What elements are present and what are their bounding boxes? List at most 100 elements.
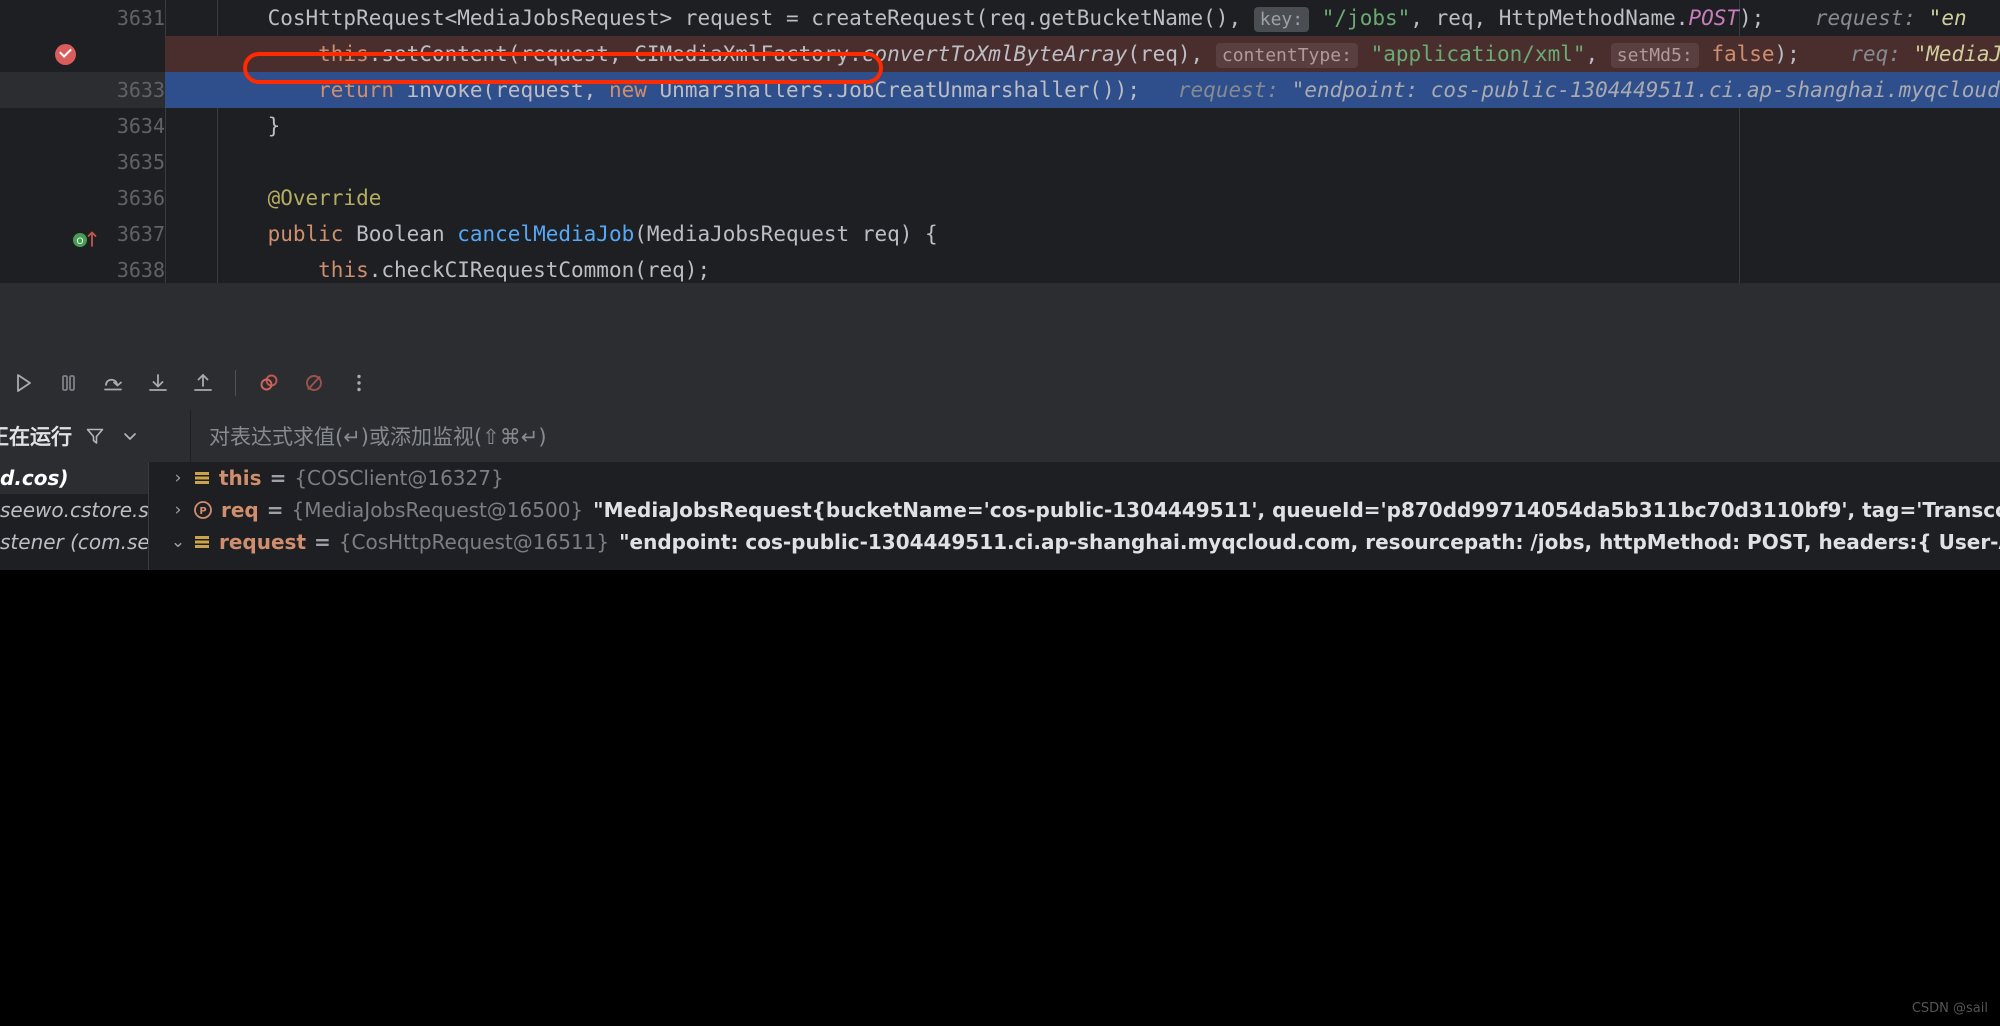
line-number-gutter[interactable]: 3636 bbox=[0, 180, 165, 216]
code-text: this.checkCIRequestCommon(req); bbox=[217, 252, 710, 283]
frames-list[interactable]: d.cos)seewo.cstore.serstener (com.seew bbox=[0, 462, 148, 570]
code-token: "en bbox=[1916, 6, 1967, 30]
code-text: @Override bbox=[217, 180, 382, 216]
line-number-gutter[interactable]: 3635 bbox=[0, 144, 165, 180]
code-token: cancelMediaJob bbox=[457, 222, 635, 246]
variable-value: "endpoint: cos-public-1304449511.ci.ap-s… bbox=[619, 530, 2000, 554]
frames-header: 正在运行 bbox=[0, 410, 190, 462]
code-token: convertToXmlByteArray bbox=[861, 42, 1128, 66]
mute-breakpoints-button[interactable] bbox=[293, 362, 335, 404]
parameter-hint-chip: key: bbox=[1253, 7, 1310, 32]
chevron-down-icon[interactable]: ⌄ bbox=[167, 526, 189, 558]
code-token: this bbox=[318, 258, 369, 282]
kebab-menu-icon bbox=[357, 374, 361, 391]
variable-equals: = bbox=[314, 530, 331, 554]
step-into-icon bbox=[149, 373, 167, 391]
line-number: 3636 bbox=[116, 186, 165, 210]
variable-value: "MediaJobsRequest{bucketName='cos-public… bbox=[593, 498, 2000, 522]
frame-list-item[interactable]: stener (com.seew bbox=[0, 526, 148, 558]
filter-frames-button[interactable] bbox=[84, 425, 106, 447]
code-token: POST bbox=[1688, 6, 1740, 30]
parameter-hint-chip: contentType: bbox=[1215, 43, 1358, 68]
code-line[interactable]: 3636 @Override bbox=[0, 180, 2000, 216]
chevron-right-icon[interactable]: › bbox=[167, 462, 189, 494]
code-line[interactable]: 3637 O public Boolean cancelMediaJob(Medi… bbox=[0, 216, 2000, 252]
code-token: } bbox=[267, 114, 281, 138]
line-number-gutter[interactable]: 3638 bbox=[0, 252, 165, 283]
variables-tree[interactable]: › this = {COSClient@16327} › Preq = {MediaJobsR… bbox=[149, 462, 2000, 570]
line-number: 3638 bbox=[116, 258, 165, 282]
code-token: "endpoint: cos-public-1304449511.ci.ap-s… bbox=[1279, 78, 2000, 102]
code-token: CosHttpRequest<MediaJobsRequest> request… bbox=[267, 6, 1254, 30]
resume-program-button[interactable] bbox=[2, 362, 44, 404]
pause-program-button[interactable] bbox=[47, 362, 89, 404]
variable-name: req bbox=[221, 498, 259, 522]
step-over-button[interactable] bbox=[92, 362, 134, 404]
variable-row[interactable]: › this = {COSClient@16327} bbox=[149, 462, 2000, 494]
debugger-toolbar bbox=[0, 355, 2000, 410]
line-number: 3635 bbox=[116, 150, 165, 174]
code-token: false bbox=[1711, 42, 1775, 66]
frames-dropdown-button[interactable] bbox=[120, 426, 140, 446]
step-out-button[interactable] bbox=[182, 362, 224, 404]
code-token: invoke(request, bbox=[394, 78, 609, 102]
chevron-down-icon bbox=[124, 433, 136, 440]
watermark: CSDN @sail bbox=[1911, 1001, 1988, 1016]
code-line[interactable]: 3633 return invoke(request, new Unmarsha… bbox=[0, 72, 2000, 108]
code-line[interactable]: 3634 } bbox=[0, 108, 2000, 144]
code-token: return bbox=[318, 78, 395, 102]
code-line[interactable]: 3635 bbox=[0, 144, 2000, 180]
code-line[interactable]: 3638 this.checkCIRequestCommon(req); bbox=[0, 252, 2000, 283]
more-options-button[interactable] bbox=[338, 362, 380, 404]
code-token: request: bbox=[1139, 78, 1280, 102]
evaluate-bar: 正在运行 对表达式求值(↵)或添加监视(⇧⌘↵) bbox=[0, 410, 2000, 462]
code-text: public Boolean cancelMediaJob(MediaJobsR… bbox=[217, 216, 938, 252]
code-token: .setContent(request, CIMediaXmlFactory. bbox=[368, 42, 862, 66]
view-breakpoints-button[interactable] bbox=[248, 362, 290, 404]
code-token: , req, HttpMethodName. bbox=[1410, 6, 1689, 30]
parameter-value-icon: P bbox=[193, 500, 213, 520]
code-token: "MediaJobs bbox=[1913, 42, 2000, 66]
code-text: return invoke(request, new Unmarshallers… bbox=[217, 72, 2000, 108]
line-number-gutter[interactable]: 3634 bbox=[0, 108, 165, 144]
code-token: request: bbox=[1764, 6, 1917, 30]
line-number: 3631 bbox=[116, 6, 165, 30]
ide-window: 3631 CosHttpRequest<MediaJobsRequest> re… bbox=[0, 0, 2000, 570]
code-token: Unmarshallers.JobCreatUnmarshaller()); bbox=[646, 78, 1140, 102]
object-value-icon bbox=[193, 533, 211, 551]
line-number-gutter[interactable]: 3631 bbox=[0, 0, 165, 36]
step-into-button[interactable] bbox=[137, 362, 179, 404]
frame-list-item[interactable]: seewo.cstore.ser bbox=[0, 494, 148, 526]
chevron-right-icon[interactable]: › bbox=[167, 494, 189, 526]
breakpoint-icon[interactable] bbox=[55, 44, 76, 65]
code-token: (MediaJobsRequest req) { bbox=[634, 222, 938, 246]
step-over-icon bbox=[104, 378, 122, 390]
variable-row[interactable]: ⌄ request = {CosHttpRequest@16511} "endpoint… bbox=[149, 526, 2000, 558]
thread-status-label: 正在运行 bbox=[0, 425, 72, 449]
filter-icon bbox=[86, 428, 104, 444]
code-editor[interactable]: 3631 CosHttpRequest<MediaJobsRequest> re… bbox=[0, 0, 2000, 283]
code-line[interactable]: this.setContent(request, CIMediaXmlFacto… bbox=[0, 36, 2000, 72]
variable-type: {CosHttpRequest@16511} bbox=[338, 530, 610, 554]
svg-text:O: O bbox=[76, 237, 83, 247]
variable-row[interactable]: › Preq = {MediaJobsRequest@16500} "MediaJobs… bbox=[149, 494, 2000, 526]
breakpoints-icon bbox=[260, 374, 278, 390]
variable-equals: = bbox=[266, 498, 284, 522]
overriding-method-icon[interactable]: O bbox=[72, 224, 97, 247]
svg-text:P: P bbox=[199, 506, 206, 517]
frame-list-item[interactable]: d.cos) bbox=[0, 462, 148, 494]
code-line[interactable]: 3631 CosHttpRequest<MediaJobsRequest> re… bbox=[0, 0, 2000, 36]
code-token: new bbox=[608, 78, 647, 102]
line-number-gutter[interactable]: 3633 bbox=[0, 72, 165, 108]
debugger-panes: d.cos)seewo.cstore.serstener (com.seew ›… bbox=[0, 462, 2000, 570]
line-number-gutter[interactable] bbox=[0, 36, 165, 72]
evaluate-expression-input[interactable]: 对表达式求值(↵)或添加监视(⇧⌘↵) bbox=[191, 410, 2000, 462]
